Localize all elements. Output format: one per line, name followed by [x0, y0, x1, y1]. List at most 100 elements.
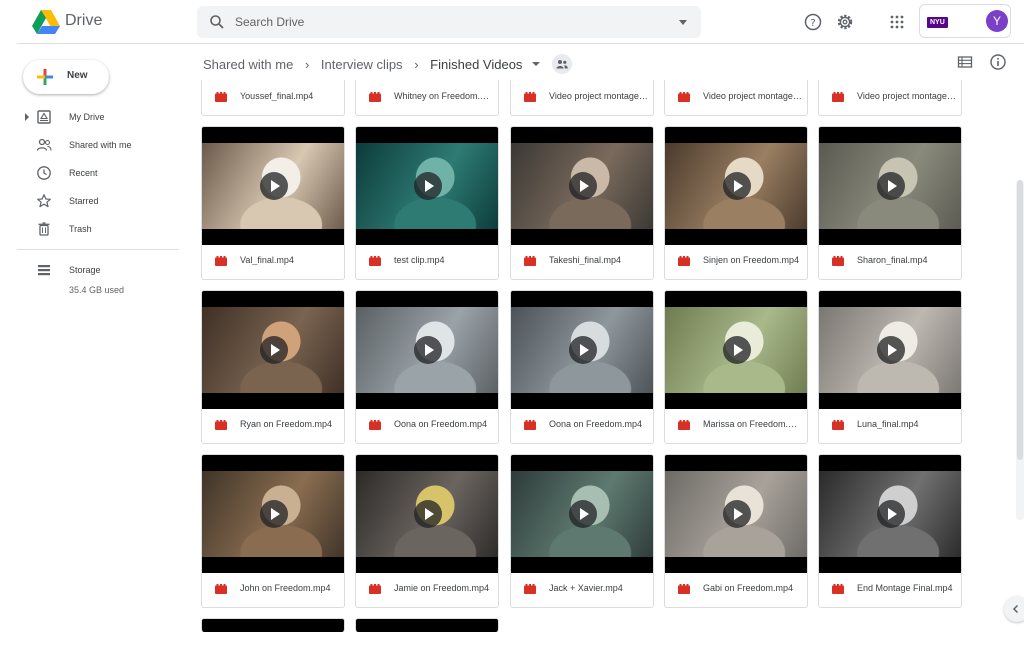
- help-icon[interactable]: ?: [803, 12, 823, 32]
- search-input[interactable]: [235, 12, 655, 32]
- play-icon[interactable]: [414, 500, 442, 528]
- video-thumbnail[interactable]: [819, 291, 961, 409]
- search-bar[interactable]: [197, 6, 701, 38]
- file-card[interactable]: Val_final.mp4: [201, 126, 345, 280]
- sidebar-item-recent[interactable]: Recent: [17, 159, 179, 187]
- main-content: Shared with me › Interview clips › Finis…: [179, 44, 1024, 649]
- play-icon[interactable]: [569, 336, 597, 364]
- file-card[interactable]: Ryan on Freedom.mp4: [201, 290, 345, 444]
- sidebar-item-starred[interactable]: Starred: [17, 187, 179, 215]
- video-thumbnail[interactable]: [819, 127, 961, 245]
- scrollbar-thumb[interactable]: [1017, 180, 1023, 460]
- file-card[interactable]: Sinjen on Freedom.mp4: [664, 126, 808, 280]
- video-thumbnail[interactable]: [511, 127, 653, 245]
- file-name: Jamie on Freedom.mp4: [394, 583, 490, 593]
- file-card[interactable]: Youssef_final.mp4: [201, 80, 345, 116]
- file-card[interactable]: Sharon_final.mp4: [818, 126, 962, 280]
- file-name: Youssef_final.mp4: [240, 91, 314, 101]
- file-card[interactable]: Takeshi_final.mp4: [510, 126, 654, 280]
- video-file-icon: [524, 92, 536, 102]
- settings-gear-icon[interactable]: [835, 12, 855, 32]
- play-icon[interactable]: [260, 172, 288, 200]
- video-file-icon: [215, 584, 227, 594]
- file-card-partial[interactable]: [201, 618, 345, 632]
- file-card[interactable]: Jack + Xavier.mp4: [510, 454, 654, 608]
- file-card[interactable]: Video project montage.mp4: [510, 80, 654, 116]
- sidebar-item-shared-with-me[interactable]: Shared with me: [17, 131, 179, 159]
- side-panel-toggle[interactable]: [1004, 596, 1024, 622]
- file-card[interactable]: Oona on Freedom.mp4: [355, 290, 499, 444]
- file-name-bar: Sinjen on Freedom.mp4: [665, 243, 807, 279]
- file-name: test clip.mp4: [394, 255, 445, 265]
- play-icon[interactable]: [877, 336, 905, 364]
- play-icon[interactable]: [260, 500, 288, 528]
- breadcrumb-interview-clips[interactable]: Interview clips: [321, 57, 403, 72]
- play-icon[interactable]: [414, 172, 442, 200]
- file-card-partial[interactable]: [355, 618, 499, 632]
- play-icon[interactable]: [414, 336, 442, 364]
- app-title[interactable]: Drive: [65, 12, 102, 30]
- new-button[interactable]: New: [23, 60, 109, 94]
- sidebar-item-label: Trash: [69, 224, 92, 234]
- video-thumbnail[interactable]: [356, 455, 498, 573]
- video-file-icon: [832, 584, 844, 594]
- play-icon[interactable]: [569, 172, 597, 200]
- breadcrumb-finished-videos[interactable]: Finished Videos: [430, 57, 522, 72]
- file-card[interactable]: John on Freedom.mp4: [201, 454, 345, 608]
- search-options-icon[interactable]: [679, 20, 687, 25]
- expand-caret-icon[interactable]: [25, 113, 29, 121]
- video-thumbnail[interactable]: [511, 291, 653, 409]
- file-card[interactable]: test clip.mp4: [355, 126, 499, 280]
- file-name: Oona on Freedom.mp4: [394, 419, 488, 429]
- file-card[interactable]: Luna_final.mp4: [818, 290, 962, 444]
- folder-menu-dropdown-icon[interactable]: [532, 62, 541, 66]
- file-name-bar: Video project montage.mp4: [511, 80, 653, 115]
- video-thumbnail[interactable]: [665, 291, 807, 409]
- play-icon[interactable]: [723, 500, 751, 528]
- play-icon[interactable]: [260, 336, 288, 364]
- video-thumbnail[interactable]: [511, 455, 653, 573]
- account-switcher[interactable]: NYU Y: [919, 4, 1011, 38]
- file-card[interactable]: Gabi on Freedom.mp4: [664, 454, 808, 608]
- list-view-icon[interactable]: [957, 54, 973, 70]
- play-icon[interactable]: [569, 500, 597, 528]
- file-card[interactable]: Jamie on Freedom.mp4: [355, 454, 499, 608]
- apps-grid-icon[interactable]: [887, 12, 907, 32]
- video-thumbnail[interactable]: [202, 455, 344, 573]
- video-file-icon: [678, 92, 690, 102]
- search-icon[interactable]: [209, 14, 225, 30]
- file-name: Luna_final.mp4: [857, 419, 919, 429]
- video-thumbnail[interactable]: [356, 127, 498, 245]
- play-icon[interactable]: [877, 172, 905, 200]
- play-icon[interactable]: [877, 500, 905, 528]
- video-thumbnail[interactable]: [202, 291, 344, 409]
- video-thumbnail[interactable]: [202, 127, 344, 245]
- video-file-icon: [215, 256, 227, 266]
- video-thumbnail[interactable]: [819, 455, 961, 573]
- play-icon[interactable]: [723, 336, 751, 364]
- sidebar-item-storage[interactable]: Storage: [17, 256, 179, 284]
- scrollbar[interactable]: [1016, 180, 1024, 520]
- sidebar-item-trash[interactable]: Trash: [17, 215, 179, 243]
- file-card[interactable]: Marissa on Freedom.mp4: [664, 290, 808, 444]
- video-thumbnail[interactable]: [665, 127, 807, 245]
- file-card[interactable]: Oona on Freedom.mp4: [510, 290, 654, 444]
- video-thumbnail[interactable]: [356, 291, 498, 409]
- avatar[interactable]: Y: [986, 10, 1008, 32]
- shared-folder-icon[interactable]: [551, 54, 572, 74]
- file-card[interactable]: Video project montage.mp4: [664, 80, 808, 116]
- trash-icon: [38, 222, 50, 236]
- video-thumbnail[interactable]: [356, 619, 498, 632]
- video-file-icon: [369, 256, 381, 266]
- play-icon[interactable]: [723, 172, 751, 200]
- file-card[interactable]: Whitney on Freedom.mp4: [355, 80, 499, 116]
- video-thumbnail[interactable]: [202, 619, 344, 632]
- file-name-bar: Video project montage.mp4: [665, 80, 807, 115]
- file-card[interactable]: Video project montage.mp4: [818, 80, 962, 116]
- drive-logo-icon[interactable]: [32, 10, 60, 34]
- breadcrumb-shared-with-me[interactable]: Shared with me: [203, 57, 293, 72]
- file-card[interactable]: End Montage Final.mp4: [818, 454, 962, 608]
- info-icon[interactable]: [989, 53, 1007, 71]
- video-thumbnail[interactable]: [665, 455, 807, 573]
- sidebar-item-my-drive[interactable]: My Drive: [17, 103, 179, 131]
